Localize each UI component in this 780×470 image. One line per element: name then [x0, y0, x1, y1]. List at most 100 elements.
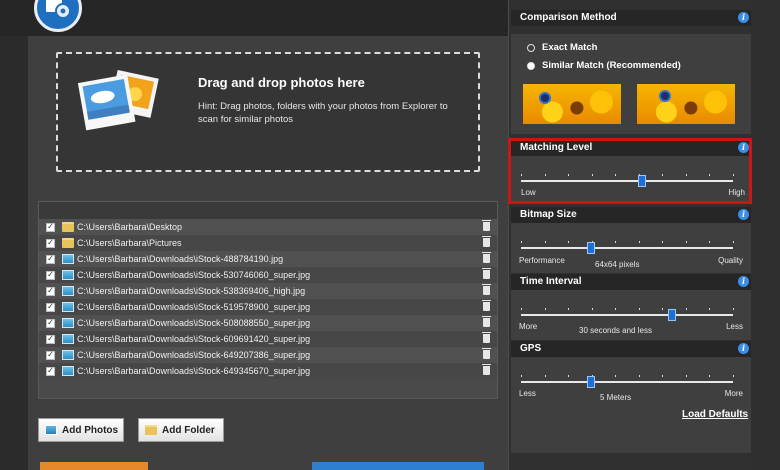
image-file-icon	[62, 334, 74, 344]
drop-zone[interactable]: Drag and drop photos here Hint: Drag pho…	[56, 52, 480, 172]
time-interval-header: Time Interval i	[511, 274, 753, 290]
row-checkbox[interactable]: ✓	[46, 366, 55, 376]
slider-tick	[521, 375, 522, 377]
image-file-icon	[62, 302, 74, 312]
row-checkbox[interactable]: ✓	[46, 254, 55, 264]
folder-icon	[62, 238, 74, 248]
file-rows: ✓ C:\Users\Barbara\Desktop ✓ C:\Users\Ba…	[39, 219, 497, 379]
slider-tick	[662, 375, 663, 377]
row-path: C:\Users\Barbara\Downloads\iStock-519578…	[77, 302, 311, 312]
trash-icon[interactable]	[482, 252, 491, 263]
trash-icon[interactable]	[482, 236, 491, 247]
slider-thumb[interactable]	[638, 175, 646, 187]
trash-icon[interactable]	[482, 268, 491, 279]
radio-exact-match[interactable]: Exact Match	[527, 42, 597, 53]
row-checkbox[interactable]: ✓	[46, 318, 55, 328]
gps-slider[interactable]	[521, 375, 734, 388]
file-row[interactable]: ✓ C:\Users\Barbara\Downloads\iStock-5383…	[39, 283, 497, 299]
slider-min-label: Low	[521, 188, 536, 197]
file-row[interactable]: ✓ C:\Users\Barbara\Downloads\iStock-6096…	[39, 331, 497, 347]
file-row[interactable]: ✓ C:\Users\Barbara\Downloads\iStock-5307…	[39, 267, 497, 283]
slider-tick	[639, 375, 640, 377]
row-path: C:\Users\Barbara\Downloads\iStock-649345…	[77, 366, 311, 376]
radio-similar-match[interactable]: Similar Match (Recommended)	[527, 60, 681, 71]
info-icon[interactable]: i	[738, 142, 749, 153]
slider-tick	[733, 241, 734, 243]
row-checkbox[interactable]: ✓	[46, 350, 55, 360]
trash-icon[interactable]	[482, 300, 491, 311]
trash-icon[interactable]	[482, 220, 491, 231]
photo-icon	[45, 425, 57, 435]
slider-thumb[interactable]	[587, 376, 595, 388]
slider-min-label: Less	[519, 389, 536, 398]
trash-icon[interactable]	[482, 332, 491, 343]
slider-thumb[interactable]	[587, 242, 595, 254]
slider-tick	[733, 174, 734, 176]
load-defaults-link[interactable]: Load Defaults	[682, 409, 748, 420]
slider-tick	[521, 241, 522, 243]
file-list: ✓ C:\Users\Barbara\Desktop ✓ C:\Users\Ba…	[38, 201, 498, 399]
trash-icon[interactable]	[482, 284, 491, 295]
row-checkbox[interactable]: ✓	[46, 238, 55, 248]
add-photos-button[interactable]: Add Photos	[38, 418, 124, 442]
matching-level-body: Low High	[511, 156, 753, 202]
row-checkbox[interactable]: ✓	[46, 222, 55, 232]
drop-zone-hint: Hint: Drag photos, folders with your pho…	[198, 101, 448, 125]
bottom-left-button[interactable]	[40, 462, 148, 470]
file-row[interactable]: ✓ C:\Users\Barbara\Downloads\iStock-5195…	[39, 299, 497, 315]
file-row[interactable]: ✓ C:\Users\Barbara\Downloads\iStock-4887…	[39, 251, 497, 267]
slider-tick	[615, 308, 616, 310]
info-icon[interactable]: i	[738, 343, 749, 354]
image-file-icon	[62, 254, 74, 264]
row-checkbox[interactable]: ✓	[46, 286, 55, 296]
radio-button[interactable]	[527, 61, 535, 70]
settings-panel: Comparison Method i Exact Match Similar …	[508, 0, 780, 470]
file-row[interactable]: ✓ C:\Users\Barbara\Downloads\iStock-6493…	[39, 363, 497, 379]
row-path: C:\Users\Barbara\Downloads\iStock-609691…	[77, 334, 311, 344]
bitmap-size-body: Performance 64x64 pixels Quality	[511, 223, 753, 273]
slider-tick	[568, 308, 569, 310]
slider-tick	[686, 174, 687, 176]
add-folder-button[interactable]: Add Folder	[138, 418, 224, 442]
row-path: C:\Users\Barbara\Downloads\iStock-649207…	[77, 350, 311, 360]
trash-icon[interactable]	[482, 348, 491, 359]
slider-thumb[interactable]	[668, 309, 676, 321]
slider-value-label: 30 seconds and less	[579, 326, 652, 335]
row-path: C:\Users\Barbara\Downloads\iStock-538369…	[77, 286, 306, 296]
time-interval-slider[interactable]	[521, 308, 734, 321]
image-file-icon	[62, 318, 74, 328]
bitmap-size-slider[interactable]	[521, 241, 734, 254]
row-checkbox[interactable]: ✓	[46, 334, 55, 344]
trash-icon[interactable]	[482, 316, 491, 327]
image-file-icon	[62, 350, 74, 360]
slider-max-label: Quality	[718, 256, 743, 265]
comparison-method-body: Exact Match Similar Match (Recommended)	[511, 34, 753, 134]
row-checkbox[interactable]: ✓	[46, 302, 55, 312]
slider-tick	[615, 241, 616, 243]
file-row[interactable]: ✓ C:\Users\Barbara\Downloads\iStock-6492…	[39, 347, 497, 363]
radio-button[interactable]	[527, 43, 535, 52]
slider-tick	[568, 174, 569, 176]
info-icon[interactable]: i	[738, 209, 749, 220]
bottom-center-button[interactable]	[312, 462, 484, 470]
file-row[interactable]: ✓ C:\Users\Barbara\Pictures	[39, 235, 497, 251]
file-row[interactable]: ✓ C:\Users\Barbara\Downloads\iStock-5080…	[39, 315, 497, 331]
add-folder-label: Add Folder	[162, 424, 215, 436]
butterfly-icon	[659, 90, 671, 102]
butterfly-icon	[539, 92, 551, 104]
panel-scrollbar[interactable]	[751, 0, 780, 470]
slider-tick	[662, 174, 663, 176]
file-row[interactable]: ✓ C:\Users\Barbara\Desktop	[39, 219, 497, 235]
row-checkbox[interactable]: ✓	[46, 270, 55, 280]
row-path: C:\Users\Barbara\Downloads\iStock-530746…	[77, 270, 311, 280]
top-bar	[0, 0, 508, 36]
slider-tick	[615, 174, 616, 176]
row-path: C:\Users\Barbara\Downloads\iStock-488784…	[77, 254, 284, 264]
info-icon[interactable]: i	[738, 276, 749, 287]
matching-level-slider[interactable]	[521, 174, 734, 187]
trash-icon[interactable]	[482, 364, 491, 375]
slider-tick	[709, 174, 710, 176]
slider-tick	[733, 375, 734, 377]
info-icon[interactable]: i	[738, 12, 749, 23]
slider-value-label: 64x64 pixels	[595, 260, 640, 269]
